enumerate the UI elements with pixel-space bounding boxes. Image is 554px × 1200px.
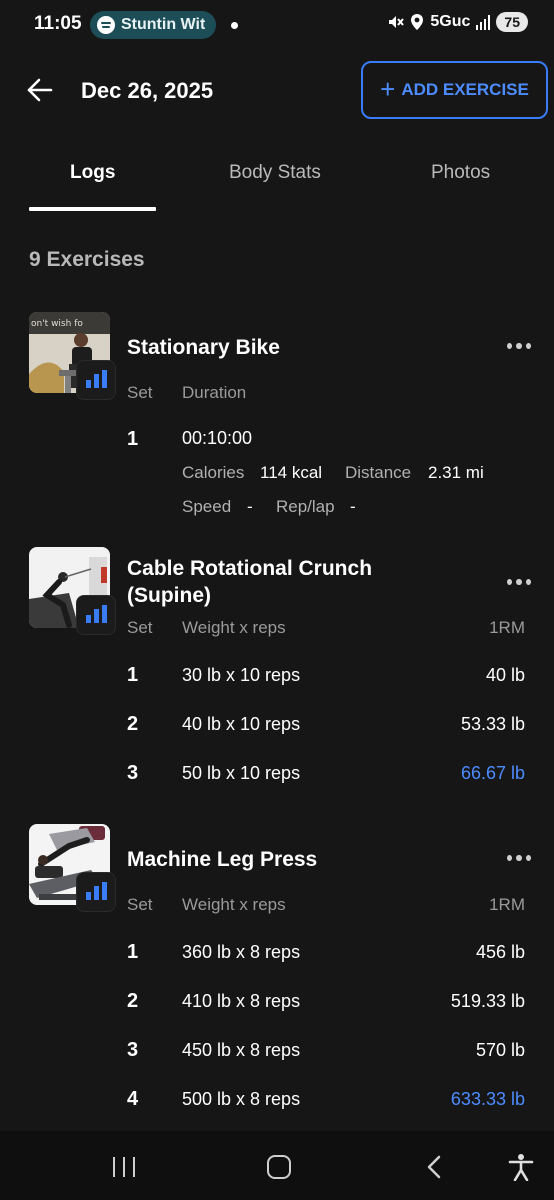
set-number: 3 — [127, 762, 139, 784]
set-1rm: 519.33 lb — [450, 991, 525, 1011]
back-arrow-icon[interactable] — [26, 76, 54, 104]
set-weight-reps: 450 lb x 8 reps — [182, 1040, 301, 1060]
more-options-icon[interactable] — [507, 579, 531, 587]
col-1rm-header: 1RM — [489, 618, 525, 637]
set-duration: 00:10:00 — [182, 428, 253, 448]
exercise-name[interactable]: Stationary Bike — [127, 334, 280, 361]
col-set-header: Set — [127, 383, 153, 402]
status-bar: 11:05 Stuntin Wit 5Guc 75 — [0, 0, 554, 50]
set-number: 2 — [127, 713, 139, 735]
set-weight-reps: 50 lb x 10 reps — [182, 763, 301, 783]
col-set-header: Set — [127, 618, 153, 637]
col-duration-header: Duration — [182, 383, 247, 402]
set-weight-reps: 30 lb x 10 reps — [182, 665, 301, 685]
set-number: 3 — [127, 1039, 139, 1061]
media-pill-text: Stuntin Wit — [121, 16, 206, 33]
add-exercise-label: ADD EXERCISE — [401, 80, 529, 99]
tab-logs[interactable]: Logs — [70, 162, 115, 184]
add-exercise-button[interactable]: + ADD EXERCISE — [361, 61, 548, 119]
app-header: Dec 26, 2025 + ADD EXERCISE — [0, 58, 554, 122]
spotify-icon — [97, 16, 115, 34]
bar-chart-icon[interactable] — [76, 595, 116, 635]
calories-value: 114 kcal — [260, 463, 323, 482]
replap-label: Rep/lap — [276, 497, 335, 516]
exercise-name[interactable]: Cable Rotational Crunch (Supine) — [127, 555, 372, 609]
network-type: 5Guc — [430, 13, 471, 30]
set-1rm: 40 lb — [485, 665, 525, 685]
media-pill[interactable]: Stuntin Wit — [90, 11, 216, 39]
exercise-count: 9 Exercises — [29, 248, 145, 271]
distance-value: 2.31 mi — [428, 463, 484, 482]
set-1rm: 456 lb — [475, 942, 525, 962]
set-weight-reps: 410 lb x 8 reps — [182, 991, 301, 1011]
plus-icon: + — [380, 74, 396, 104]
set-number: 1 — [127, 428, 139, 450]
set-1rm-pr: 633.33 lb — [450, 1089, 525, 1109]
location-icon — [411, 14, 424, 30]
set-weight-reps: 360 lb x 8 reps — [182, 942, 301, 962]
col-weight-reps-header: Weight x reps — [182, 895, 286, 914]
set-number: 2 — [127, 990, 139, 1012]
recent-apps-icon[interactable] — [113, 1157, 135, 1177]
notification-dot — [231, 22, 238, 29]
active-tab-indicator — [29, 207, 156, 211]
system-nav-bar — [0, 1131, 554, 1200]
signal-icon — [476, 14, 491, 30]
set-weight-reps: 500 lb x 8 reps — [182, 1089, 301, 1109]
status-time: 11:05 — [34, 13, 82, 34]
accessibility-icon[interactable] — [508, 1153, 534, 1181]
col-1rm-header: 1RM — [489, 895, 525, 914]
col-set-header: Set — [127, 895, 153, 914]
mute-icon — [389, 16, 405, 28]
set-number: 1 — [127, 664, 139, 686]
battery-indicator: 75 — [496, 12, 528, 32]
bar-chart-icon[interactable] — [76, 872, 116, 912]
set-weight-reps: 40 lb x 10 reps — [182, 714, 301, 734]
exercise-name[interactable]: Machine Leg Press — [127, 846, 317, 873]
more-options-icon[interactable] — [507, 855, 531, 863]
speed-label: Speed — [182, 497, 232, 516]
tab-photos[interactable]: Photos — [431, 162, 490, 184]
set-number: 1 — [127, 941, 139, 963]
distance-label: Distance — [345, 463, 412, 482]
more-options-icon[interactable] — [507, 343, 531, 351]
speed-value: - — [247, 497, 253, 516]
replap-value: - — [350, 497, 356, 516]
col-weight-reps-header: Weight x reps — [182, 618, 286, 637]
tab-bar: Logs Body Stats Photos — [0, 152, 554, 214]
bar-chart-icon[interactable] — [76, 360, 116, 400]
status-icons: 5Guc 75 — [386, 12, 528, 32]
calories-label: Calories — [182, 463, 245, 482]
tab-body-stats[interactable]: Body Stats — [229, 162, 321, 184]
exercise-name-line1: Cable Rotational Crunch — [127, 557, 373, 580]
set-1rm: 570 lb — [475, 1040, 525, 1060]
page-title: Dec 26, 2025 — [81, 78, 214, 103]
nav-back-icon[interactable] — [424, 1155, 444, 1179]
set-number: 4 — [127, 1088, 139, 1110]
exercise-name-line2: (Supine) — [127, 584, 211, 607]
home-icon[interactable] — [267, 1155, 291, 1179]
svg-text:on't wish fo: on't wish fo — [31, 319, 83, 329]
set-1rm-pr: 66.67 lb — [460, 763, 525, 783]
set-1rm: 53.33 lb — [460, 714, 525, 734]
